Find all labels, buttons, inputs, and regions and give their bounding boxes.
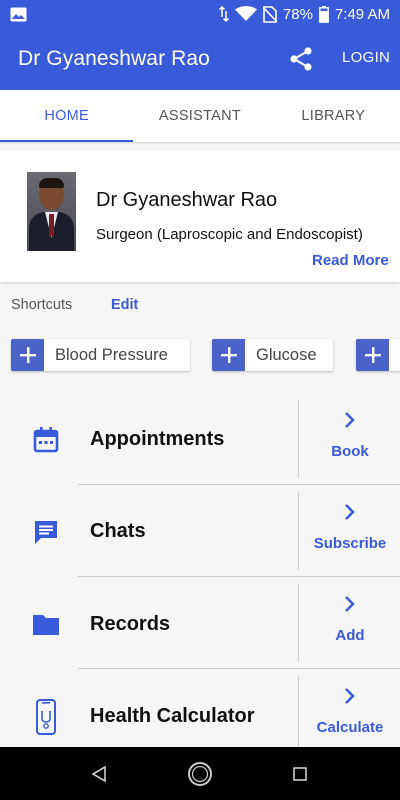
tab-library[interactable]: LIBRARY <box>267 90 400 142</box>
share-icon[interactable] <box>288 46 314 72</box>
feature-title: Records <box>90 613 171 635</box>
action-label: Add <box>335 627 365 644</box>
plus-icon <box>212 339 245 371</box>
chat-icon <box>32 518 60 546</box>
chip-label: Blood Pressure <box>55 345 168 364</box>
shortcut-chip-partial[interactable] <box>356 339 400 371</box>
data-arrows-icon <box>218 6 229 22</box>
doctor-specialty: Surgeon (Laproscopic and Endoscopist) <box>96 226 363 243</box>
system-nav-bar <box>0 747 400 800</box>
read-more-link[interactable]: Read More <box>312 252 389 269</box>
calculate-button[interactable]: Calculate <box>300 687 400 736</box>
login-button[interactable]: LOGIN <box>342 49 390 66</box>
health-calculator-icon <box>32 699 60 735</box>
battery-icon <box>319 5 329 23</box>
home-icon[interactable] <box>186 760 214 793</box>
plus-icon <box>356 339 389 371</box>
recent-apps-icon[interactable] <box>293 767 307 786</box>
feature-title: Appointments <box>90 428 225 450</box>
wifi-icon <box>234 6 257 22</box>
action-label: Book <box>331 443 369 460</box>
add-record-button[interactable]: Add <box>300 595 400 644</box>
action-label: Subscribe <box>313 535 387 552</box>
status-bar: 78% 7:49 AM <box>0 0 400 28</box>
chip-label: Glucose <box>256 345 317 364</box>
doctor-photo <box>27 172 76 251</box>
no-sim-icon <box>262 5 277 23</box>
shortcut-chip-blood-pressure[interactable]: Blood Pressure <box>11 339 190 371</box>
tab-home[interactable]: HOME <box>0 90 134 142</box>
app-title: Dr Gyaneshwar Rao <box>18 47 210 70</box>
feature-row-chats[interactable]: Chats Subscribe <box>0 485 400 577</box>
chevron-right-icon <box>345 596 355 612</box>
chevron-right-icon <box>345 504 355 520</box>
shortcuts-label: Shortcuts <box>11 297 73 313</box>
back-icon[interactable] <box>90 765 108 788</box>
doctor-name: Dr Gyaneshwar Rao <box>96 189 278 211</box>
shortcut-chip-glucose[interactable]: Glucose <box>212 339 333 371</box>
clock-time: 7:49 AM <box>334 5 390 23</box>
plus-icon <box>11 339 44 371</box>
book-button[interactable]: Book <box>300 411 400 460</box>
subscribe-button[interactable]: Subscribe <box>300 503 400 552</box>
feature-title: Chats <box>90 520 146 542</box>
chevron-right-icon <box>345 412 355 428</box>
edit-shortcuts-button[interactable]: Edit <box>111 297 138 313</box>
action-label: Calculate <box>316 719 384 736</box>
folder-icon <box>32 611 60 639</box>
battery-percent: 78% <box>282 5 313 23</box>
feature-row-records[interactable]: Records Add <box>0 577 400 669</box>
feature-row-appointments[interactable]: Appointments Book <box>0 393 400 485</box>
calendar-icon <box>32 426 60 454</box>
chevron-right-icon <box>345 688 355 704</box>
tab-assistant[interactable]: ASSISTANT <box>133 90 266 142</box>
app-bar: Dr Gyaneshwar Rao LOGIN <box>0 28 400 90</box>
feature-title: Health Calculator <box>90 705 255 727</box>
tab-bar: HOME ASSISTANT LIBRARY <box>0 90 400 142</box>
gallery-icon <box>10 7 27 22</box>
